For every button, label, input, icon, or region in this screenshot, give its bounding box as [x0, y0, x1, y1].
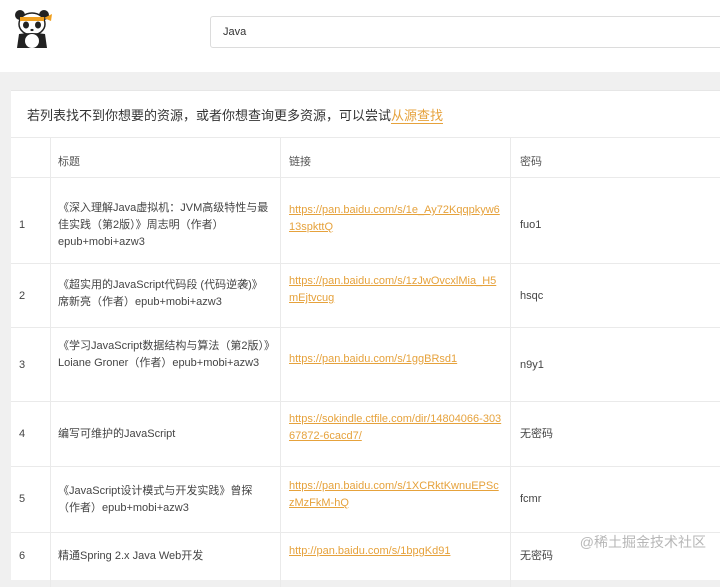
- row-index: 2: [19, 288, 25, 305]
- row-link[interactable]: https://pan.baidu.com/s/1zJwOvcxlMia_H5m…: [289, 273, 504, 307]
- row-index: 1: [19, 217, 25, 234]
- column-header-link: 链接: [289, 153, 311, 169]
- row-link[interactable]: https://pan.baidu.com/s/1e_Ay72Kqqpkyw61…: [289, 202, 504, 236]
- divider: [11, 263, 720, 264]
- top-bar: [0, 0, 720, 72]
- row-title: 《深入理解Java虚拟机：JVM高级特性与最佳实践（第2版）》周志明（作者）ep…: [58, 200, 273, 251]
- row-index: 3: [19, 357, 25, 374]
- row-link[interactable]: http://pan.baidu.com/s/1bpgKd91: [289, 543, 504, 560]
- row-password: n9y1: [520, 357, 544, 374]
- divider: [11, 466, 720, 467]
- row-link[interactable]: https://pan.baidu.com/s/1XCRktKwnuEPSczM…: [289, 478, 504, 512]
- row-index: 5: [19, 491, 25, 508]
- row-password: 无密码: [520, 548, 553, 565]
- panda-logo-icon[interactable]: [14, 8, 54, 50]
- notice-message: 若列表找不到你想要的资源，或者你想查询更多资源，可以尝试: [27, 108, 391, 123]
- column-header-password: 密码: [520, 153, 542, 169]
- search-input[interactable]: [210, 16, 720, 48]
- watermark: @稀土掘金技术社区: [580, 532, 706, 552]
- row-link[interactable]: https://pan.baidu.com/s/1ggBRsd1: [289, 351, 504, 368]
- row-link[interactable]: https://sokindle.ctfile.com/dir/14804066…: [289, 411, 504, 445]
- row-index: 6: [19, 548, 25, 565]
- row-index: 4: [19, 426, 25, 443]
- row-password: fcmr: [520, 491, 541, 508]
- column-divider: [510, 137, 511, 587]
- row-password: 无密码: [520, 426, 553, 443]
- column-divider: [280, 137, 281, 587]
- row-title: 《JavaScript设计模式与开发实践》曾探（作者）epub+mobi+azw…: [58, 483, 273, 517]
- column-divider: [50, 137, 51, 587]
- divider: [11, 327, 720, 328]
- row-title: 《超实用的JavaScript代码段 (代码逆袭)》席新亮（作者）epub+mo…: [58, 277, 273, 311]
- row-title: 精通Spring 2.x Java Web开发: [58, 548, 273, 565]
- row-password: hsqc: [520, 288, 543, 305]
- results-card: 若列表找不到你想要的资源，或者你想查询更多资源，可以尝试从源查找 标题 链接 密…: [11, 90, 720, 580]
- divider: [11, 137, 720, 138]
- row-title: 编写可维护的JavaScript: [58, 426, 273, 443]
- row-password: fuo1: [520, 217, 541, 234]
- column-header-title: 标题: [58, 153, 80, 169]
- source-search-link[interactable]: 从源查找: [391, 108, 443, 124]
- divider: [11, 177, 720, 178]
- notice-text: 若列表找不到你想要的资源，或者你想查询更多资源，可以尝试从源查找: [27, 105, 443, 124]
- row-title: 《学习JavaScript数据结构与算法（第2版）》Loiane Groner（…: [58, 338, 273, 372]
- divider: [11, 401, 720, 402]
